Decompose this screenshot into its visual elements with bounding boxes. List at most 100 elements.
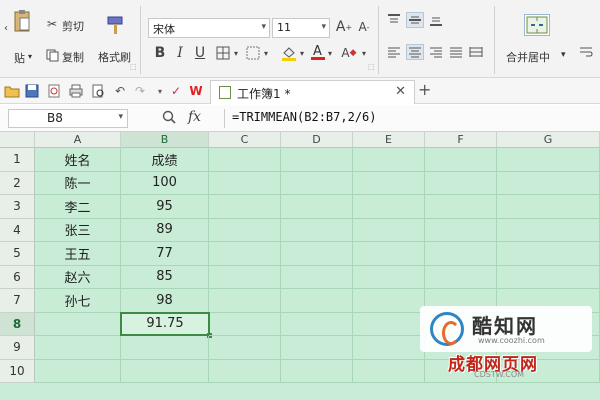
merge-center-icon[interactable]: [524, 14, 550, 36]
check-icon[interactable]: ✓: [168, 83, 184, 99]
column-header-d[interactable]: D: [281, 132, 353, 148]
cell-c5[interactable]: [209, 242, 281, 266]
paste-button[interactable]: 贴: [14, 50, 25, 66]
align-left-icon[interactable]: [386, 44, 402, 60]
cell-d3[interactable]: [281, 195, 353, 219]
formula-input[interactable]: =TRIMMEAN(B2:B7,2/6): [232, 110, 377, 124]
cell-c9[interactable]: [209, 336, 281, 360]
insert-function-button[interactable]: fx: [188, 109, 201, 125]
open-folder-icon[interactable]: [4, 83, 20, 99]
cell-b9[interactable]: [121, 336, 209, 360]
cell-e6[interactable]: [353, 265, 425, 289]
borders-icon[interactable]: [214, 44, 232, 62]
select-all-corner[interactable]: [0, 132, 35, 148]
cell-d9[interactable]: [281, 336, 353, 360]
cell-c7[interactable]: [209, 289, 281, 313]
cell-d5[interactable]: [281, 242, 353, 266]
copy-button[interactable]: 复制: [62, 49, 84, 65]
cell-d6[interactable]: [281, 265, 353, 289]
distributed-icon[interactable]: [468, 44, 484, 60]
name-box[interactable]: B8 ▾: [8, 109, 128, 128]
cell-d4[interactable]: [281, 218, 353, 242]
zoom-lookup-icon[interactable]: [162, 110, 176, 128]
row-header-10[interactable]: 10: [0, 359, 35, 383]
wps-logo-icon[interactable]: W: [188, 83, 204, 99]
cell-d7[interactable]: [281, 289, 353, 313]
cell-f2[interactable]: [425, 171, 497, 195]
align-middle-icon[interactable]: [406, 12, 424, 28]
cell-g3[interactable]: [497, 195, 600, 219]
ribbon-collapse-icon[interactable]: ‹: [2, 18, 10, 38]
chevron-down-icon[interactable]: ▾: [360, 48, 368, 58]
scissors-icon[interactable]: ✂: [44, 17, 60, 31]
clipboard-launcher-icon[interactable]: ⬚: [130, 63, 137, 71]
cell-c2[interactable]: [209, 171, 281, 195]
export-pdf-icon[interactable]: [46, 83, 62, 99]
wrap-text-icon[interactable]: [578, 44, 594, 60]
cell-d8[interactable]: [281, 312, 353, 336]
cell-b8[interactable]: 91.75: [120, 311, 212, 338]
format-painter-icon[interactable]: [104, 14, 128, 38]
print-preview-icon[interactable]: [90, 83, 106, 99]
cell-a4[interactable]: 张三: [35, 218, 121, 242]
underline-button[interactable]: U: [192, 44, 208, 62]
cell-g2[interactable]: [497, 171, 600, 195]
cell-f4[interactable]: [425, 218, 497, 242]
row-header-9[interactable]: 9: [0, 336, 35, 360]
cell-a5[interactable]: 王五: [35, 242, 121, 266]
column-header-e[interactable]: E: [353, 132, 425, 148]
cell-f3[interactable]: [425, 195, 497, 219]
column-header-g[interactable]: G: [497, 132, 600, 148]
cell-a1[interactable]: 姓名: [35, 148, 121, 172]
cell-f1[interactable]: [425, 148, 497, 172]
undo-icon[interactable]: ↶: [112, 83, 128, 99]
clear-format-icon[interactable]: A ◆: [340, 44, 358, 62]
row-header-2[interactable]: 2: [0, 171, 35, 195]
cell-e2[interactable]: [353, 171, 425, 195]
cell-b4[interactable]: 89: [121, 218, 209, 242]
cell-e4[interactable]: [353, 218, 425, 242]
italic-button[interactable]: I: [172, 44, 188, 62]
cell-a2[interactable]: 陈一: [35, 171, 121, 195]
font-name-select[interactable]: 宋体 ▾: [148, 18, 270, 38]
format-painter-button[interactable]: 格式刷: [98, 49, 131, 65]
align-bottom-icon[interactable]: [428, 12, 444, 28]
cell-g5[interactable]: [497, 242, 600, 266]
cell-e3[interactable]: [353, 195, 425, 219]
cell-e1[interactable]: [353, 148, 425, 172]
cut-button[interactable]: 剪切: [62, 18, 84, 34]
paste-dropdown-icon[interactable]: ▾: [28, 52, 32, 61]
cell-a7[interactable]: 孙七: [35, 289, 121, 313]
cell-style-icon[interactable]: [244, 44, 262, 62]
column-header-f[interactable]: F: [425, 132, 497, 148]
cell-b10[interactable]: [121, 359, 209, 383]
chevron-down-icon[interactable]: ▾: [298, 48, 306, 58]
align-top-icon[interactable]: [386, 12, 402, 28]
cell-b6[interactable]: 85: [121, 265, 209, 289]
cell-g6[interactable]: [497, 265, 600, 289]
chevron-down-icon[interactable]: ▾: [561, 50, 566, 60]
cell-e10[interactable]: [353, 359, 425, 383]
cell-c4[interactable]: [209, 218, 281, 242]
column-header-c[interactable]: C: [209, 132, 281, 148]
chevron-down-icon[interactable]: ▾: [232, 48, 240, 58]
bold-button[interactable]: B: [152, 44, 168, 62]
row-header-4[interactable]: 4: [0, 218, 35, 242]
merge-center-button[interactable]: 合并居中: [506, 49, 550, 65]
font-size-select[interactable]: 11 ▾: [272, 18, 330, 38]
font-color-icon[interactable]: A: [310, 42, 326, 62]
row-header-5[interactable]: 5: [0, 242, 35, 266]
row-header-7[interactable]: 7: [0, 289, 35, 313]
cell-e9[interactable]: [353, 336, 425, 360]
customize-dropdown-icon[interactable]: ▾: [152, 83, 168, 99]
cell-a3[interactable]: 李二: [35, 195, 121, 219]
copy-icon[interactable]: [44, 48, 60, 62]
cell-g1[interactable]: [497, 148, 600, 172]
cell-e8[interactable]: [353, 312, 425, 336]
redo-icon[interactable]: ↷: [132, 83, 148, 99]
cell-a8[interactable]: [35, 312, 121, 336]
cell-c6[interactable]: [209, 265, 281, 289]
cell-a6[interactable]: 赵六: [35, 265, 121, 289]
cell-f6[interactable]: [425, 265, 497, 289]
cell-c1[interactable]: [209, 148, 281, 172]
